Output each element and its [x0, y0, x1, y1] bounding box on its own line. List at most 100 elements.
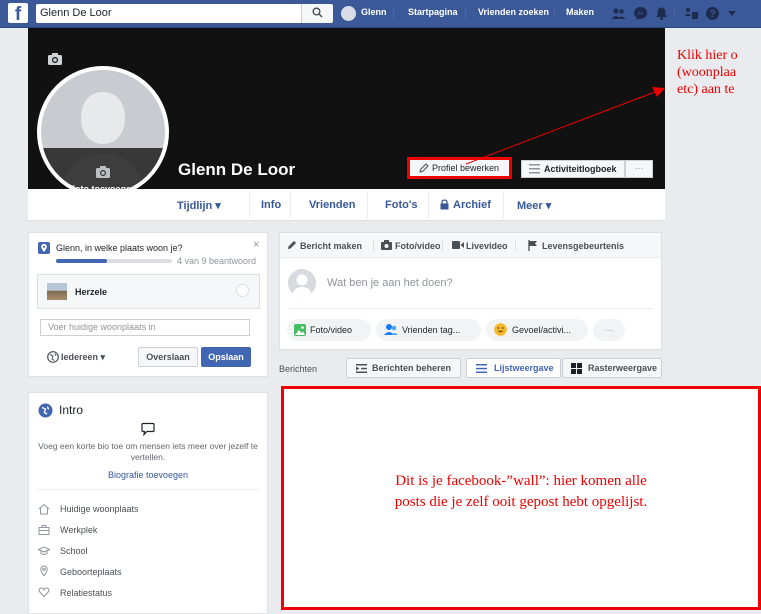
nav-create[interactable]: Maken: [566, 7, 594, 17]
globe-icon: [47, 351, 59, 363]
tag-friends-icon: [384, 324, 398, 335]
intro-item-label: Huidige woonplaats: [60, 504, 139, 514]
camera-icon: [381, 240, 392, 250]
edit-profile-button[interactable]: Profiel bewerken: [407, 157, 512, 179]
nav-home[interactable]: Startpagina: [408, 7, 458, 17]
composer-divider: [288, 308, 653, 309]
composer-avatar: [288, 269, 316, 297]
place-radio[interactable]: [236, 284, 249, 297]
nav-divider: [465, 8, 466, 19]
composer-tab-create-post[interactable]: Bericht maken: [300, 241, 362, 251]
help-icon[interactable]: ?: [705, 6, 720, 21]
feeling-activity-button[interactable]: Gevoel/activi...: [486, 319, 588, 341]
audience-selector[interactable]: Iedereen ▾: [61, 352, 105, 363]
manage-posts-icon: [356, 364, 367, 373]
nav-divider: [554, 8, 555, 19]
tab-divider: [249, 192, 250, 218]
composer-divider: [442, 240, 443, 251]
user-avatar[interactable]: [341, 6, 356, 21]
composer-tab-life-event[interactable]: Levensgebeurtenis: [542, 241, 624, 251]
tab-divider: [290, 192, 291, 218]
home-icon: [38, 503, 50, 515]
composer-more-button[interactable]: ···: [593, 319, 625, 341]
profile-picture[interactable]: Foto toevoegen: [37, 66, 169, 198]
intro-item-label: Relatiestatus: [60, 588, 113, 598]
composer-divider: [373, 240, 374, 251]
notifications-bell-icon[interactable]: [654, 6, 669, 21]
profile-name[interactable]: Glenn De Loor: [178, 160, 295, 180]
messenger-icon[interactable]: [633, 6, 648, 21]
top-navigation-bar: f Glenn De Loor Glenn Startpagina Vriend…: [0, 0, 761, 28]
progress-text: 4 van 9 beantwoord: [177, 256, 257, 266]
tab-archive[interactable]: Archief: [453, 199, 491, 211]
search-button[interactable]: [301, 4, 333, 23]
wall-annotation-text: Dit is je facebook-”wall”: hier komen al…: [284, 471, 758, 513]
tab-divider: [367, 192, 368, 218]
save-button[interactable]: Opslaan: [201, 347, 251, 367]
post-composer: Bericht maken Foto/video Livevideo Leven…: [279, 232, 662, 350]
feeling-activity-label: Gevoel/activi...: [512, 325, 572, 335]
close-icon[interactable]: ×: [253, 239, 259, 251]
composer-tab-photo-video[interactable]: Foto/video: [395, 241, 441, 251]
list-view-button[interactable]: Lijstweergave: [466, 358, 561, 378]
nav-user-name[interactable]: Glenn: [361, 7, 387, 17]
annotation-line: Klik hier o: [677, 48, 738, 63]
tab-divider: [503, 192, 504, 218]
pencil-icon: [419, 163, 429, 173]
tab-timeline[interactable]: Tijdlijn ▾: [177, 199, 221, 212]
tag-friends-label: Vrienden tag...: [402, 325, 461, 335]
lock-icon: [440, 199, 449, 210]
intro-globe-icon: [38, 403, 53, 418]
graduation-cap-icon: [38, 546, 50, 555]
profile-tabs-bar: Tijdlijn ▾ Info Vrienden Foto's Archief …: [28, 189, 665, 221]
svg-text:?: ?: [709, 9, 715, 20]
question-text: Glenn, in welke plaats woon je?: [56, 243, 183, 253]
skip-button[interactable]: Overslaan: [138, 347, 198, 367]
composer-tab-live-video[interactable]: Livevideo: [466, 241, 508, 251]
progress-fill: [56, 259, 108, 263]
account-menu-chevron-icon[interactable]: [728, 11, 736, 17]
manage-posts-button[interactable]: Berichten beheren: [346, 358, 461, 378]
grid-view-label: Rasterweergave: [588, 363, 658, 373]
grid-view-icon: [571, 363, 582, 374]
search-input[interactable]: Glenn De Loor: [36, 4, 301, 23]
tab-more[interactable]: Meer ▾: [517, 199, 551, 212]
pencil-icon: [288, 241, 296, 249]
hometown-input[interactable]: Voer huidige woonplaats in: [40, 319, 250, 336]
list-icon: [529, 164, 540, 174]
tab-info[interactable]: Info: [261, 199, 281, 211]
friend-requests-icon[interactable]: [611, 6, 626, 21]
add-bio-link[interactable]: Biografie toevoegen: [29, 470, 267, 480]
nav-find-friends[interactable]: Vrienden zoeken: [478, 7, 549, 17]
intro-item-label: Werkplek: [60, 525, 98, 535]
progress-bar: [56, 259, 172, 263]
intro-divider: [37, 489, 259, 490]
audience-label: Iedereen: [61, 352, 99, 362]
tag-friends-button[interactable]: Vrienden tag...: [376, 319, 481, 341]
nav-divider: [674, 8, 675, 19]
activity-log-button[interactable]: Activiteitlogboek: [521, 160, 625, 178]
manage-posts-label: Berichten beheren: [372, 363, 452, 373]
profile-more-button[interactable]: ···: [625, 160, 653, 178]
photo-video-label: Foto/video: [310, 325, 353, 335]
live-video-icon: [452, 241, 464, 249]
update-cover-camera-icon[interactable]: [48, 53, 62, 65]
quick-help-people-icon[interactable]: [684, 6, 699, 21]
tab-photos[interactable]: Foto's: [385, 199, 418, 211]
tab-friends[interactable]: Vrienden: [309, 199, 355, 211]
edit-profile-label: Profiel bewerken: [432, 163, 500, 173]
smiley-icon: [494, 323, 507, 336]
place-thumbnail: [47, 283, 67, 300]
annotation-line: (woonplaa: [677, 65, 737, 80]
intro-title: Intro: [59, 403, 84, 417]
place-suggestion[interactable]: Herzele: [37, 274, 260, 309]
nav-divider: [393, 8, 394, 19]
tab-divider: [428, 192, 429, 218]
search-icon: [312, 7, 323, 18]
grid-view-button[interactable]: Rasterweergave: [562, 358, 662, 378]
photo-video-button[interactable]: Foto/video: [287, 319, 371, 341]
map-pin-icon: [40, 565, 48, 577]
facebook-logo-icon[interactable]: f: [8, 3, 28, 23]
speech-bubble-icon: [141, 422, 155, 436]
composer-input[interactable]: Wat ben je aan het doen?: [327, 277, 453, 289]
